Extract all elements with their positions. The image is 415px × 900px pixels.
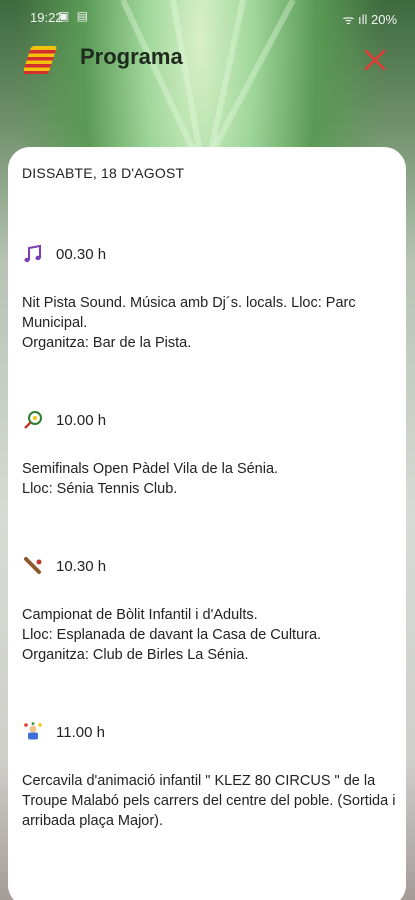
program-card: DISSABTE, 18 D'AGOST 00.30 h Nit Pista S… (8, 147, 406, 900)
event-time: 00.30 h (56, 245, 107, 263)
status-bar: 19:22 ▣ ▤ ᯤ ıll 20% (0, 0, 415, 34)
event-description-text: Nit Pista Sound. Música amb Dj´s. locals… (22, 295, 356, 351)
event-item: 10.30 h Campionat de Bòlit Infantil i d'… (22, 555, 397, 665)
event-time-row: 10.30 h (22, 555, 397, 577)
event-description-text: Campionat de Bòlit Infantil i d'Adults. … (22, 607, 322, 663)
cricket-bat-icon (22, 555, 44, 577)
event-description-text: Cercavila d'animació infantil " KLEZ 80 … (22, 773, 396, 829)
event-time-row: 10.00 h (22, 409, 397, 431)
event-time-row: 11.00 h (22, 721, 397, 743)
music-note-icon (22, 243, 44, 265)
event-time-row: 00.30 h (22, 243, 397, 265)
event-time: 10.00 h (56, 411, 107, 429)
juggler-icon (22, 721, 44, 743)
event-item: 00.30 h Nit Pista Sound. Música amb Dj´s… (22, 243, 397, 353)
event-description: Campionat de Bòlit Infantil i d'Adults. … (22, 605, 397, 665)
status-right: ᯤ ıll 20% (342, 12, 398, 27)
app-header: Programa (0, 34, 415, 90)
event-time: 10.30 h (56, 557, 107, 575)
event-description: Nit Pista Sound. Música amb Dj´s. locals… (22, 293, 397, 353)
tennis-racket-icon (22, 409, 44, 431)
close-icon[interactable] (363, 48, 387, 72)
event-item: 10.00 h Semifinals Open Pàdel Vila de la… (22, 409, 397, 499)
event-description: Cercavila d'animació infantil " KLEZ 80 … (22, 771, 397, 831)
notification-icons: ▣ ▤ (58, 9, 91, 23)
event-time: 11.00 h (56, 723, 105, 741)
event-description-text: Semifinals Open Pàdel Vila de la Sénia. … (22, 461, 279, 497)
catalan-flag-icon (24, 46, 57, 74)
program-date: DISSABTE, 18 D'AGOST (22, 165, 185, 181)
event-item: 11.00 h Cercavila d'animació infantil " … (22, 721, 397, 831)
event-description: Semifinals Open Pàdel Vila de la Sénia. … (22, 459, 397, 499)
page-title: Programa (80, 44, 183, 69)
